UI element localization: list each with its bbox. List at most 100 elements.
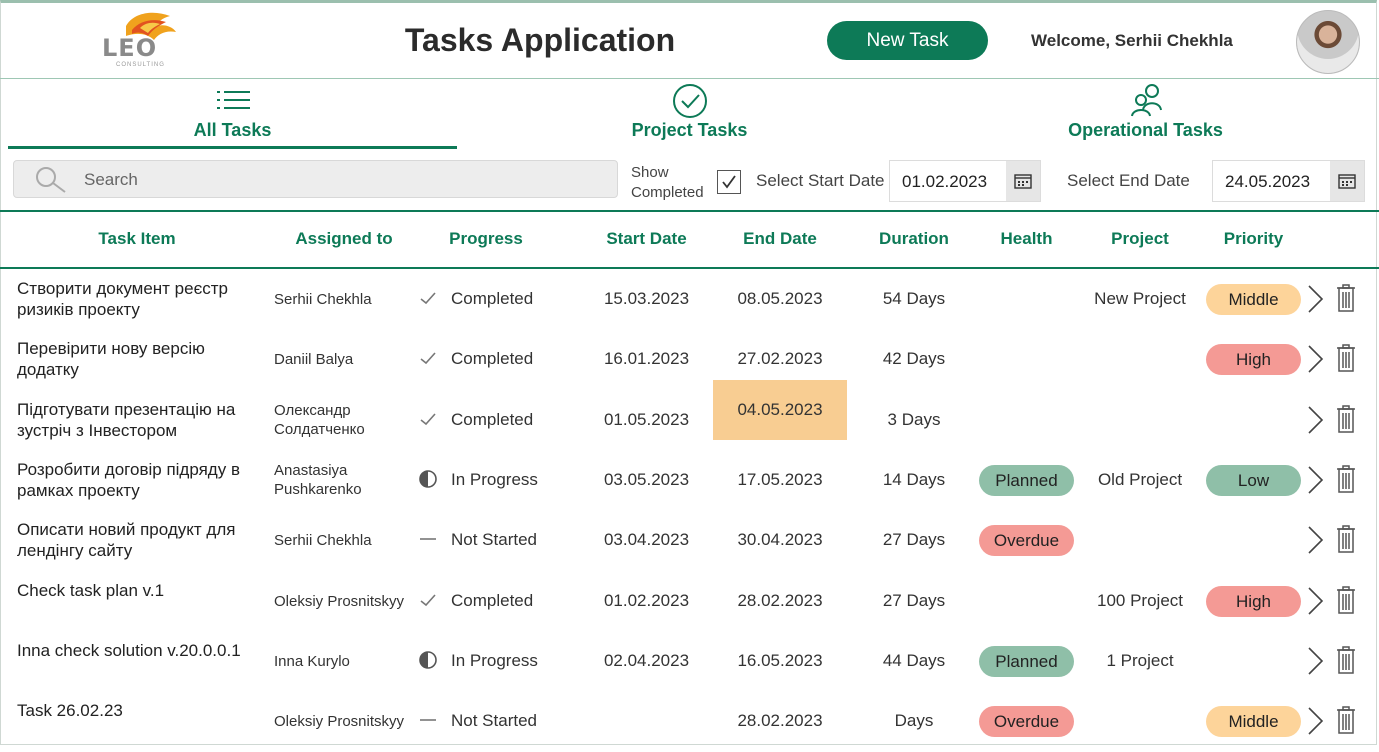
trash-icon[interactable] xyxy=(1335,283,1357,313)
column-header-duration[interactable]: Duration xyxy=(848,229,980,249)
duration: 3 Days xyxy=(887,410,941,429)
start-date: 02.04.2023 xyxy=(603,651,690,670)
trash-icon[interactable] xyxy=(1335,645,1357,675)
trash-icon[interactable] xyxy=(1335,404,1357,434)
progress-status: Completed xyxy=(451,289,534,308)
assignee: Олександр Солдатченко xyxy=(274,402,365,438)
task-name[interactable]: Створити документ реєстр ризиків проекту xyxy=(17,278,262,320)
duration: 27 Days xyxy=(882,530,946,549)
column-header-project[interactable]: Project xyxy=(1085,229,1195,249)
task-name[interactable]: Розробити договір підряду в рамках проек… xyxy=(17,459,262,501)
table-row[interactable]: Перевірити нову версію додатку Daniil Bal… xyxy=(0,330,1379,390)
search-icon xyxy=(36,167,66,193)
end-date: 04.05.2023 xyxy=(713,380,847,440)
duration: 54 Days xyxy=(882,289,946,308)
end-date: 08.05.2023 xyxy=(737,289,823,308)
assignee: Daniil Balya xyxy=(274,351,354,368)
project-name: New Project xyxy=(1094,289,1186,308)
show-completed-checkbox[interactable] xyxy=(717,170,741,194)
chevron-right-icon[interactable] xyxy=(1305,404,1325,436)
assignee: Serhii Chekhla xyxy=(274,291,372,308)
chevron-right-icon[interactable] xyxy=(1305,343,1325,375)
chevron-right-icon[interactable] xyxy=(1305,283,1325,315)
column-header-progress[interactable]: Progress xyxy=(418,229,554,249)
show-completed-line1: Show xyxy=(631,164,669,181)
trash-icon[interactable] xyxy=(1335,464,1357,494)
tab-operational-tasks-label: Operational Tasks xyxy=(1068,120,1223,140)
chevron-right-icon[interactable] xyxy=(1305,645,1325,677)
end-date: 16.05.2023 xyxy=(737,651,823,670)
health-badge: Planned xyxy=(979,465,1074,496)
assignee: Anastasiya Pushkarenko xyxy=(274,462,362,498)
end-date-picker[interactable]: 24.05.2023 xyxy=(1212,160,1365,202)
end-date: 30.04.2023 xyxy=(737,530,823,549)
column-header-task-item[interactable]: Task Item xyxy=(17,229,257,249)
column-header-health[interactable]: Health xyxy=(979,229,1074,249)
table-row[interactable]: Підготувати презентацію на зустріч з Інв… xyxy=(0,380,1379,451)
table-row[interactable]: Task 26.02.23 Oleksiy Prosnitskyy Not Star… xyxy=(0,692,1379,752)
column-header-priority[interactable]: Priority xyxy=(1206,229,1301,249)
end-date: 28.02.2023 xyxy=(737,711,823,730)
task-name[interactable]: Перевірити нову версію додатку xyxy=(17,338,262,380)
progress-status: Completed xyxy=(451,591,534,610)
task-name[interactable]: Описати новий продукт для лендінгу сайту xyxy=(17,519,262,561)
trash-icon[interactable] xyxy=(1335,705,1357,735)
task-name[interactable]: Inna check solution v.20.0.0.1 xyxy=(17,640,262,682)
end-date: 28.02.2023 xyxy=(737,591,823,610)
project-name: Old Project xyxy=(1097,470,1183,489)
check-icon xyxy=(418,288,438,308)
check-circle-icon xyxy=(672,84,707,118)
check-icon xyxy=(418,590,438,610)
header-divider xyxy=(0,267,1379,269)
progress-status: Not Started xyxy=(451,711,537,730)
people-icon xyxy=(1130,84,1162,117)
trash-icon[interactable] xyxy=(1335,585,1357,615)
tab-operational-tasks[interactable]: Operational Tasks xyxy=(921,82,1370,146)
table-row[interactable]: Описати новий продукт для лендінгу сайту… xyxy=(0,511,1379,571)
priority-badge: High xyxy=(1206,344,1301,375)
chevron-right-icon[interactable] xyxy=(1305,585,1325,617)
tab-project-tasks[interactable]: Project Tasks xyxy=(465,82,914,146)
tab-all-tasks[interactable]: All Tasks xyxy=(8,82,457,149)
half-circle-icon xyxy=(418,469,438,489)
avatar[interactable] xyxy=(1296,10,1360,74)
calendar-icon[interactable] xyxy=(1006,161,1040,201)
welcome-text: Welcome, Serhii Chekhla xyxy=(1031,31,1233,50)
task-name[interactable]: Task 26.02.23 xyxy=(17,700,262,742)
duration: 27 Days xyxy=(882,591,946,610)
column-header-assigned-to[interactable]: Assigned to xyxy=(274,229,414,249)
new-task-button[interactable]: New Task xyxy=(827,21,988,60)
assignee: Inna Kurylo xyxy=(274,653,350,670)
duration: 42 Days xyxy=(882,349,946,368)
start-date: 01.02.2023 xyxy=(603,591,690,610)
project-name: 100 Project xyxy=(1097,591,1183,610)
end-date-label: Select End Date xyxy=(1067,171,1190,190)
tab-all-tasks-label: All Tasks xyxy=(193,120,272,140)
end-date: 27.02.2023 xyxy=(737,349,823,368)
chevron-right-icon[interactable] xyxy=(1305,524,1325,556)
table-row[interactable]: Розробити договір підряду в рамках проек… xyxy=(0,451,1379,511)
app-header: LEO CONSULTING Tasks Application New Tas… xyxy=(0,0,1379,79)
start-date-label: Select Start Date xyxy=(756,171,885,190)
logo-subtext: CONSULTING xyxy=(116,62,165,68)
search-input[interactable] xyxy=(82,167,606,193)
chevron-right-icon[interactable] xyxy=(1305,464,1325,496)
table-row[interactable]: Створити документ реєстр ризиків проекту… xyxy=(0,270,1379,330)
calendar-icon[interactable] xyxy=(1330,161,1364,201)
priority-badge: Middle xyxy=(1206,284,1301,315)
start-date: 03.04.2023 xyxy=(603,530,690,549)
table-row[interactable]: Inna check solution v.20.0.0.1 Inna Kuryl… xyxy=(0,632,1379,692)
task-name[interactable]: Check task plan v.1 xyxy=(17,580,262,622)
priority-badge: Middle xyxy=(1206,706,1301,737)
column-header-end-date[interactable]: End Date xyxy=(713,229,847,249)
trash-icon[interactable] xyxy=(1335,343,1357,373)
start-date: 15.03.2023 xyxy=(603,289,690,308)
column-header-start-date[interactable]: Start Date xyxy=(580,229,713,249)
trash-icon[interactable] xyxy=(1335,524,1357,554)
search-box[interactable] xyxy=(13,160,618,198)
task-name[interactable]: Підготувати презентацію на зустріч з Інв… xyxy=(17,399,262,441)
start-date-picker[interactable]: 01.02.2023 xyxy=(889,160,1041,202)
chevron-right-icon[interactable] xyxy=(1305,705,1325,737)
health-badge: Planned xyxy=(979,646,1074,677)
table-row[interactable]: Check task plan v.1 Oleksiy Prosnitskyy Co… xyxy=(0,572,1379,632)
